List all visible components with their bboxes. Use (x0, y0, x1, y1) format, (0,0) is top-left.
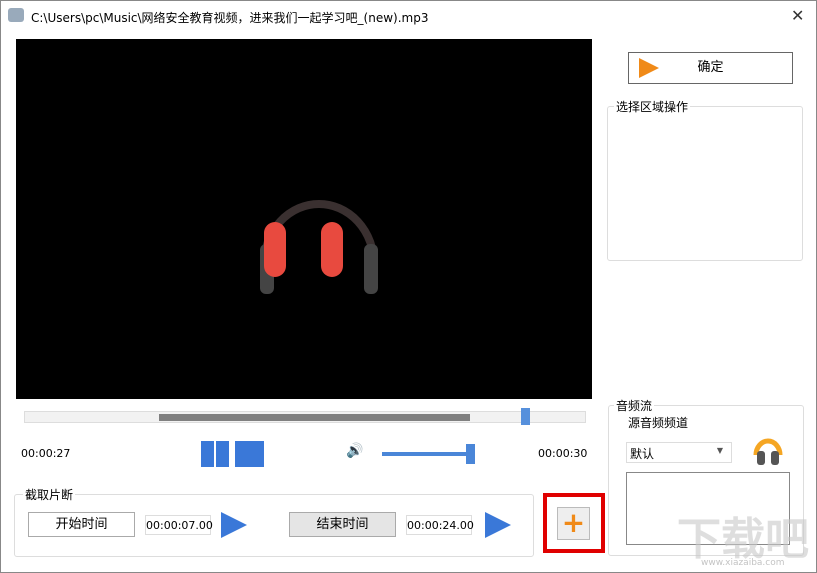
end-time-button[interactable]: 结束时间 (289, 512, 396, 537)
channel-value: 默认 (630, 447, 655, 461)
arrow-icon (639, 58, 659, 78)
end-time-input[interactable]: 00:00:24.00 (406, 515, 474, 535)
seek-bar[interactable] (24, 408, 586, 425)
selection-group-label: 选择区域操作 (614, 98, 691, 115)
volume-slider[interactable] (382, 444, 475, 464)
play-end-icon[interactable] (485, 512, 511, 538)
start-time-input[interactable]: 00:00:07.00 (145, 515, 213, 535)
audio-group-label: 音频流 (614, 397, 655, 414)
source-channel-label: 源音频频道 (628, 416, 689, 430)
video-area (16, 39, 592, 399)
headphones-icon (260, 200, 378, 294)
total-time: 00:00:30 (538, 447, 588, 460)
confirm-label: 确定 (697, 60, 724, 75)
close-button[interactable]: ✕ (791, 6, 804, 25)
play-start-icon[interactable] (221, 512, 247, 538)
plus-icon: + (561, 506, 586, 539)
window-title: C:\Users\pc\Music\网络安全教育视频，进来我们一起学习吧_(ne… (31, 11, 429, 25)
start-time-button[interactable]: 开始时间 (28, 512, 135, 537)
selection-group (607, 106, 803, 261)
volume-icon: 🔊 (346, 443, 364, 459)
volume-thumb[interactable] (466, 444, 475, 464)
clip-group-label: 截取片断 (23, 486, 76, 503)
audio-headphones-icon (753, 438, 783, 465)
selection-range (159, 414, 470, 421)
current-time: 00:00:27 (21, 447, 71, 460)
channel-select[interactable]: 默认 ▼ (626, 442, 732, 463)
pause-button[interactable] (201, 441, 231, 467)
watermark-url: www.xiazaiba.com (701, 558, 785, 568)
confirm-button[interactable]: 确定 (628, 52, 793, 84)
chevron-down-icon: ▼ (716, 446, 723, 455)
stop-button[interactable] (235, 441, 264, 467)
seek-thumb[interactable] (521, 408, 530, 425)
add-clip-button[interactable]: + (557, 507, 590, 540)
app-icon (8, 8, 24, 22)
